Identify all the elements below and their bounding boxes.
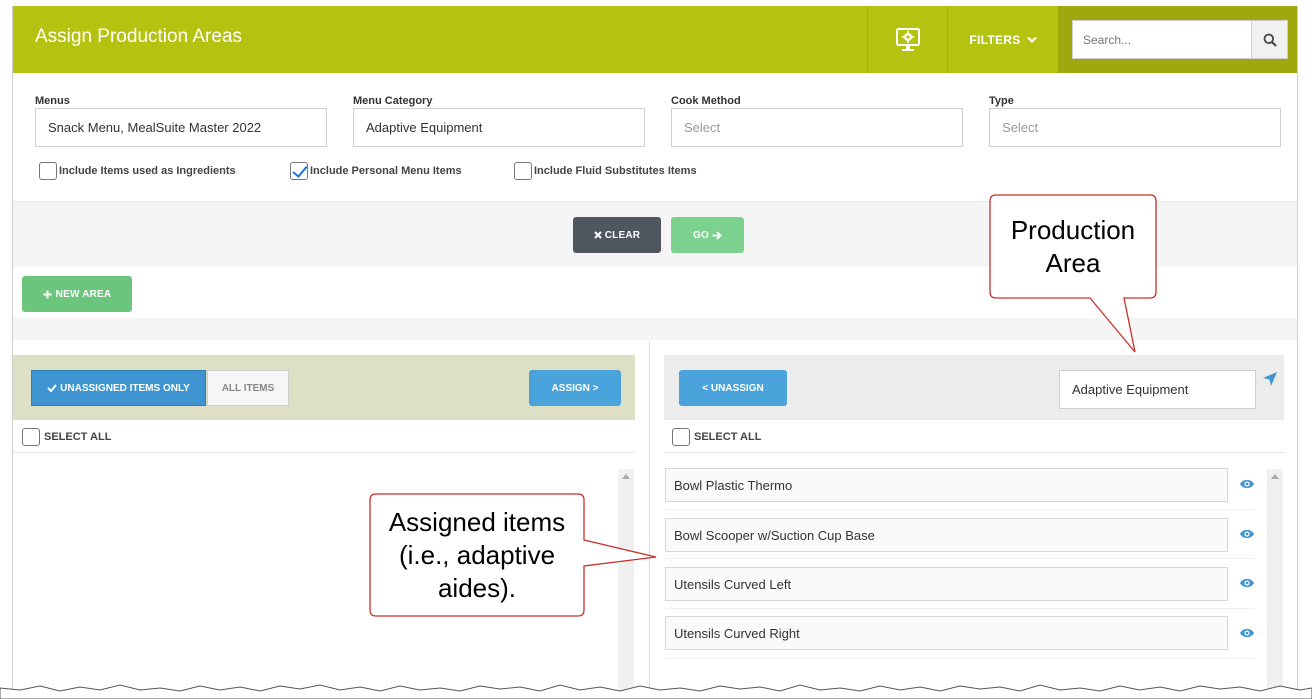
display-settings-button[interactable] bbox=[867, 6, 948, 73]
check-icon bbox=[47, 384, 57, 392]
callout-line: (i.e., adaptive bbox=[398, 540, 556, 570]
search-icon bbox=[1263, 33, 1277, 47]
scroll-up-arrow-icon[interactable] bbox=[622, 474, 630, 479]
list-item[interactable]: Utensils Curved Right bbox=[665, 616, 1228, 650]
callout-line: aides). bbox=[437, 573, 517, 603]
page-header: Assign Production Areas FILTERS bbox=[13, 6, 1297, 73]
tab-label: UNASSIGNED ITEMS ONLY bbox=[60, 382, 190, 394]
close-icon bbox=[594, 231, 602, 239]
divider bbox=[13, 452, 635, 453]
arrow-right-icon bbox=[712, 230, 722, 240]
production-area-callout: Production Area bbox=[990, 214, 1156, 280]
menus-label: Menus bbox=[35, 95, 70, 107]
monitor-gear-icon bbox=[895, 27, 920, 51]
callout-line: Assigned items bbox=[388, 507, 566, 537]
cook-method-select[interactable]: Select bbox=[671, 108, 963, 147]
menus-field[interactable]: Snack Menu, MealSuite Master 2022 bbox=[35, 108, 327, 147]
assigned-items-callout: Assigned items (i.e., adaptive aides). bbox=[370, 506, 584, 605]
chevron-down-icon bbox=[1026, 36, 1037, 43]
unassign-button[interactable]: < UNASSIGN bbox=[679, 370, 787, 406]
callout-line: Area bbox=[1045, 248, 1101, 278]
select-all-label: SELECT ALL bbox=[694, 431, 762, 443]
divider bbox=[665, 608, 1255, 609]
menu-category-field[interactable]: Adaptive Equipment bbox=[353, 108, 645, 147]
new-area-button[interactable]: NEW AREA bbox=[22, 276, 132, 312]
checkbox-label: Include Fluid Substitutes Items bbox=[534, 165, 697, 177]
separator-band bbox=[13, 318, 1297, 340]
tab-all-items[interactable]: ALL ITEMS bbox=[207, 370, 289, 406]
clear-button[interactable]: CLEAR bbox=[573, 217, 661, 253]
divider bbox=[664, 452, 1284, 453]
divider bbox=[665, 658, 1255, 659]
include-personal-items-checkbox[interactable]: Include Personal Menu Items bbox=[290, 162, 462, 180]
right-scrollbar[interactable] bbox=[1267, 469, 1283, 692]
tab-unassigned-items-only[interactable]: UNASSIGNED ITEMS ONLY bbox=[31, 370, 206, 406]
divider bbox=[665, 558, 1255, 559]
left-select-all[interactable]: SELECT ALL bbox=[22, 428, 111, 446]
select-all-label: SELECT ALL bbox=[44, 431, 112, 443]
new-area-label: NEW AREA bbox=[55, 288, 112, 300]
checkbox-label: Include Personal Menu Items bbox=[310, 165, 462, 177]
plus-icon bbox=[43, 290, 52, 298]
list-item[interactable]: Utensils Curved Left bbox=[665, 567, 1228, 601]
checkbox-box[interactable] bbox=[672, 428, 690, 446]
page-title: Assign Production Areas bbox=[35, 26, 243, 47]
include-fluid-substitutes-checkbox[interactable]: Include Fluid Substitutes Items bbox=[514, 162, 697, 180]
checkbox-box[interactable] bbox=[39, 162, 57, 180]
clear-label: CLEAR bbox=[604, 229, 641, 241]
eye-icon[interactable] bbox=[1239, 478, 1255, 490]
filters-toggle[interactable]: FILTERS bbox=[948, 6, 1058, 73]
go-label: GO bbox=[693, 229, 709, 241]
checkbox-box[interactable] bbox=[514, 162, 532, 180]
left-scrollbar[interactable] bbox=[618, 469, 634, 692]
type-select[interactable]: Select bbox=[989, 108, 1281, 147]
list-item[interactable]: Bowl Scooper w/Suction Cup Base bbox=[665, 518, 1228, 552]
eye-icon[interactable] bbox=[1239, 577, 1255, 589]
search-area bbox=[1058, 6, 1297, 73]
checkbox-box[interactable] bbox=[22, 428, 40, 446]
cook-method-label: Cook Method bbox=[671, 95, 741, 107]
callout-line: Production bbox=[1010, 215, 1136, 245]
production-area-field[interactable]: Adaptive Equipment bbox=[1059, 370, 1256, 409]
search-input[interactable] bbox=[1072, 20, 1252, 59]
location-arrow-icon[interactable] bbox=[1261, 370, 1279, 388]
search-button[interactable] bbox=[1251, 20, 1288, 59]
divider bbox=[665, 509, 1255, 510]
right-select-all[interactable]: SELECT ALL bbox=[672, 428, 761, 446]
menu-category-label: Menu Category bbox=[353, 95, 433, 107]
filters-label: FILTERS bbox=[969, 32, 1021, 47]
list-item[interactable]: Bowl Plastic Thermo bbox=[665, 468, 1228, 502]
app-window: Assign Production Areas FILTERS Search..… bbox=[12, 6, 1298, 692]
include-ingredients-checkbox[interactable]: Include Items used as Ingredients bbox=[39, 162, 236, 180]
go-button[interactable]: GO bbox=[671, 217, 744, 253]
scroll-up-arrow-icon[interactable] bbox=[1271, 474, 1279, 479]
checkbox-label: Include Items used as Ingredients bbox=[59, 165, 236, 177]
type-label: Type bbox=[989, 95, 1014, 107]
panel-divider bbox=[649, 341, 650, 692]
checkbox-box-checked[interactable] bbox=[290, 162, 308, 180]
eye-icon[interactable] bbox=[1239, 627, 1255, 639]
eye-icon[interactable] bbox=[1239, 528, 1255, 540]
assign-button[interactable]: ASSIGN > bbox=[529, 370, 621, 406]
